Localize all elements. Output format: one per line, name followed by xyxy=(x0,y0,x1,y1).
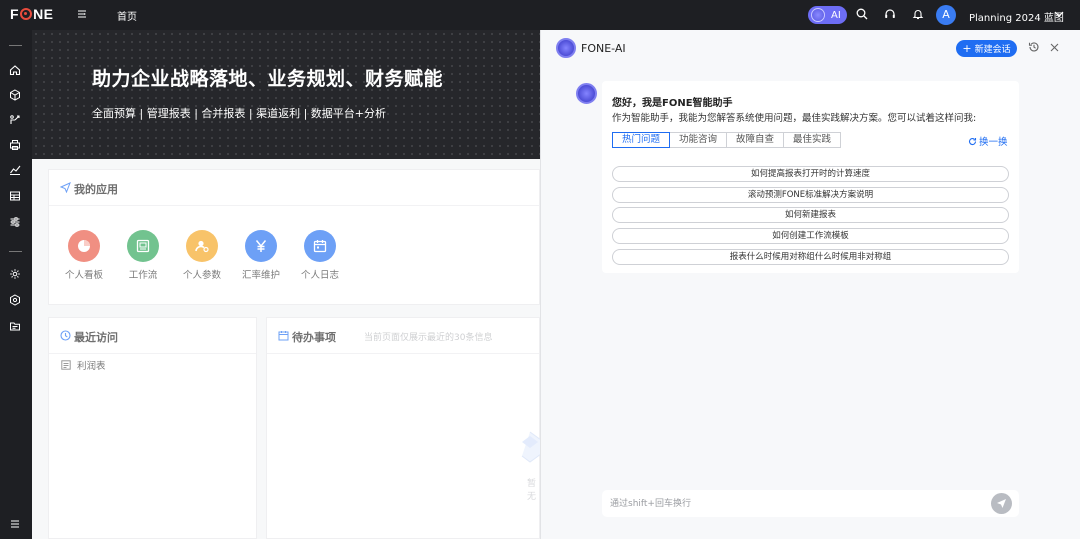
suggested-question[interactable]: 如何新建报表 xyxy=(612,207,1009,224)
app-label: 工作流 xyxy=(128,270,158,281)
chevron-down-icon[interactable] xyxy=(1054,10,1064,18)
breadcrumb-home[interactable]: 首页 xyxy=(117,8,137,23)
sliders-icon[interactable] xyxy=(9,216,21,228)
workflow-icon xyxy=(127,230,159,262)
chat-input[interactable] xyxy=(602,490,982,517)
org-name[interactable]: Planning 2024 蓝图 xyxy=(969,9,1064,24)
pie-icon xyxy=(68,230,100,262)
clock-icon xyxy=(60,330,71,341)
tab-best-practice[interactable]: 最佳实践 xyxy=(783,132,842,148)
app-workflow[interactable]: 工作流 xyxy=(117,230,169,281)
refresh-icon xyxy=(968,137,977,145)
app-exchange-rate[interactable]: 汇率维护 xyxy=(235,230,287,281)
empty-text: 暂无 xyxy=(527,479,537,502)
recent-visits-card: 最近访问 利润表 xyxy=(48,317,257,539)
panel-title: FONE-AI xyxy=(581,42,626,55)
suggested-question[interactable]: 滚动预测FONE标准解决方案说明 xyxy=(612,186,1009,203)
fone-logo[interactable]: F NE xyxy=(10,6,54,22)
left-rail xyxy=(0,30,32,539)
todo-header: 待办事项 当前页面仅展示最近的30条信息 xyxy=(267,318,539,354)
share-flow-icon[interactable] xyxy=(9,114,21,126)
send-icon xyxy=(60,182,71,193)
user-avatar[interactable]: A xyxy=(936,5,956,25)
intro-text: 作为智能助手，我能为您解答系统使用问题，最佳实践解决方案。您可以试着这样问我: xyxy=(612,113,977,124)
ai-chat-panel: FONE-AI + 新建会话 您好，我是FONE智能助手 作为智能助手，我能为您… xyxy=(540,30,1080,539)
app-label: 个人参数 xyxy=(182,270,221,281)
logo-text-left: F xyxy=(10,6,20,22)
logo-text-right: NE xyxy=(33,6,54,22)
banner-title: 助力企业战略落地、业务规划、财务赋能 xyxy=(92,68,444,90)
hexagon-gear-icon[interactable] xyxy=(9,294,21,306)
greeting: 您好，我是FONE智能助手 xyxy=(612,98,733,109)
todo-card: 待办事项 当前页面仅展示最近的30条信息 暂无 xyxy=(266,317,541,539)
yen-icon xyxy=(245,230,277,262)
recent-title: 最近访问 xyxy=(74,331,118,344)
app-label: 个人看板 xyxy=(64,270,103,281)
report-icon xyxy=(61,360,71,370)
empty-box-icon xyxy=(521,431,541,463)
rail-divider xyxy=(9,45,22,46)
refresh-label: 换一换 xyxy=(979,137,1008,148)
hero-banner: 助力企业战略落地、业务规划、财务赋能 全面预算 | 管理报表 | 合并报表 | … xyxy=(32,30,540,159)
trend-chart-icon[interactable] xyxy=(9,164,21,176)
suggested-question[interactable]: 如何创建工作流模板 xyxy=(612,228,1009,245)
close-icon[interactable] xyxy=(1050,43,1059,52)
printer-icon[interactable] xyxy=(9,139,21,151)
new-chat-button[interactable]: + 新建会话 xyxy=(956,40,1017,57)
cube-icon[interactable] xyxy=(9,89,21,101)
new-chat-label: 新建会话 xyxy=(974,45,1011,55)
my-apps-card: 我的应用 个人看板 工作流 个人参数 汇率维护 个人日志 xyxy=(48,169,540,305)
app-label: 汇率维护 xyxy=(241,270,280,281)
suggested-questions: 如何提高报表打开时的计算速度 滚动预测FONE标准解决方案说明 如何新建报表 如… xyxy=(612,166,1009,269)
plus-icon: + xyxy=(962,42,972,55)
question-tabs: 热门问题 功能咨询 故障自查 最佳实践 xyxy=(612,132,842,148)
logo-target-icon xyxy=(20,8,33,20)
folder-icon[interactable] xyxy=(9,320,21,332)
todo-hint: 当前页面仅展示最近的30条信息 xyxy=(364,333,493,343)
hamburger-menu-icon[interactable] xyxy=(9,518,21,530)
app-personal-log[interactable]: 个人日志 xyxy=(294,230,346,281)
tab-hot-questions[interactable]: 热门问题 xyxy=(612,132,671,148)
suggested-question[interactable]: 如何提高报表打开时的计算速度 xyxy=(612,166,1009,182)
banner-subtitle: 全面预算 | 管理报表 | 合并报表 | 渠道返利 | 数据平台+分析 xyxy=(92,107,387,120)
gear-icon[interactable] xyxy=(9,268,21,280)
history-icon[interactable] xyxy=(1028,41,1040,53)
rail-divider xyxy=(9,251,22,252)
ai-label: AI xyxy=(831,9,841,21)
send-icon xyxy=(997,499,1006,508)
refresh-button[interactable]: 换一换 xyxy=(968,134,1008,148)
bell-icon[interactable] xyxy=(912,8,924,20)
app-personal-params[interactable]: 个人参数 xyxy=(176,230,228,281)
my-apps-header: 我的应用 xyxy=(49,170,539,206)
table-icon[interactable] xyxy=(9,190,21,202)
ai-orb-icon xyxy=(811,8,825,22)
welcome-message: 您好，我是FONE智能助手 作为智能助手，我能为您解答系统使用问题，最佳实践解决… xyxy=(602,81,1019,273)
headset-icon[interactable] xyxy=(884,8,896,20)
menu-collapse-icon[interactable] xyxy=(77,9,87,19)
chat-input-box xyxy=(602,490,1019,517)
recent-item[interactable]: 利润表 xyxy=(61,358,106,372)
user-settings-icon xyxy=(186,230,218,262)
tab-feature-consult[interactable]: 功能咨询 xyxy=(669,132,728,148)
search-icon[interactable] xyxy=(856,8,868,20)
home-icon[interactable] xyxy=(9,64,21,76)
my-apps-title: 我的应用 xyxy=(74,183,118,196)
top-bar: F NE 首页 AI A Planning 2024 蓝图 xyxy=(0,0,1080,30)
app-label: 个人日志 xyxy=(300,270,339,281)
send-button[interactable] xyxy=(991,493,1012,514)
bot-avatar xyxy=(576,83,597,104)
ai-assistant-button[interactable]: AI xyxy=(808,6,847,24)
suggested-question[interactable]: 报表什么时候用对称组什么时候用非对称组 xyxy=(612,248,1009,265)
calendar-icon xyxy=(278,331,289,341)
todo-title: 待办事项 xyxy=(292,331,336,344)
tab-troubleshoot[interactable]: 故障自查 xyxy=(726,132,785,148)
recent-item-label: 利润表 xyxy=(77,361,106,372)
recent-header: 最近访问 xyxy=(49,318,256,354)
ai-orb-icon xyxy=(556,38,576,58)
app-personal-dashboard[interactable]: 个人看板 xyxy=(58,230,110,281)
calendar-icon xyxy=(304,230,336,262)
